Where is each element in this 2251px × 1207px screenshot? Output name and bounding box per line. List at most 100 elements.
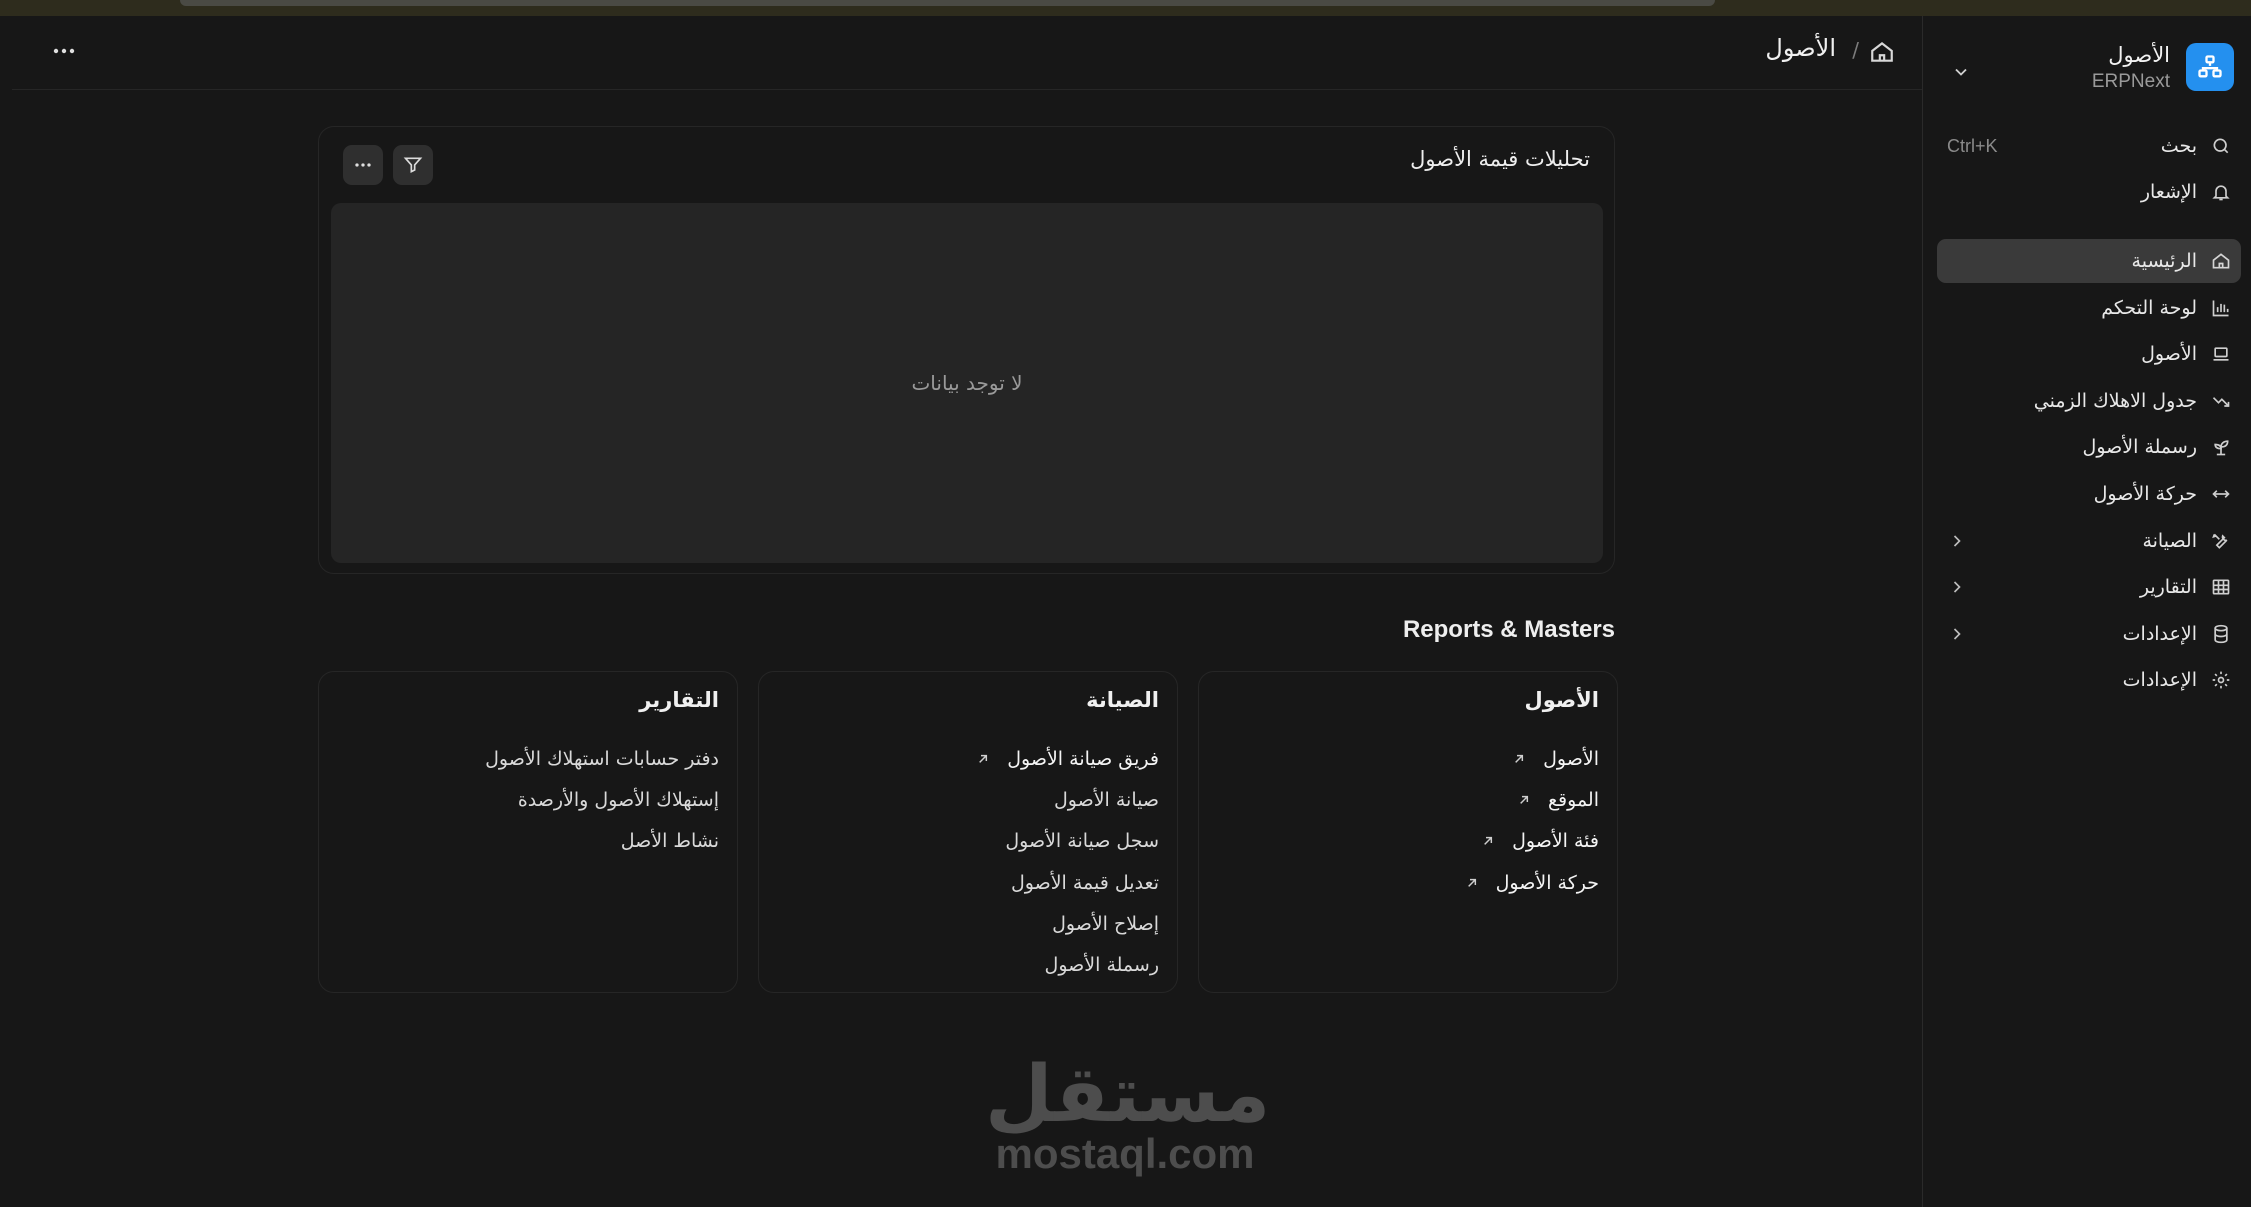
table-icon — [2209, 575, 2233, 599]
filter-button[interactable] — [393, 145, 433, 185]
arrow-up-right-icon — [1515, 754, 1524, 763]
sidebar-item-label: الأصول — [2141, 343, 2197, 365]
link-asset-capitalization[interactable]: رسملة الأصول — [779, 944, 1159, 985]
sidebar-item-label: التقارير — [2139, 576, 2197, 598]
sidebar-item-maintenance[interactable]: الصيانة — [1937, 519, 2241, 563]
app-switcher[interactable]: الأصول ERPNext — [1923, 36, 2251, 104]
link-asset-value-adjustment[interactable]: تعديل قيمة الأصول — [779, 862, 1159, 903]
more-options-button[interactable] — [44, 34, 84, 68]
home-icon[interactable] — [1869, 39, 1895, 65]
link-label: تعديل قيمة الأصول — [1010, 871, 1159, 894]
link-asset-maintenance[interactable]: صيانة الأصول — [779, 779, 1159, 820]
tools-icon — [2209, 529, 2233, 553]
notifications-button[interactable]: الإشعار — [1937, 170, 2241, 214]
sidebar-item-label: رسملة الأصول — [2082, 436, 2197, 458]
search-icon — [2209, 134, 2233, 158]
reports-masters-heading: Reports & Masters — [1402, 616, 1615, 643]
chevron-right-icon[interactable] — [1947, 531, 1967, 551]
arrow-up-right-icon — [1467, 878, 1476, 887]
link-label: فئة الأصول — [1512, 830, 1599, 853]
browser-tab-strip — [0, 0, 2251, 16]
link-label: إستهلاك الأصول والأرصدة — [517, 788, 719, 811]
search-label: بحث — [2160, 135, 2197, 157]
sidebar-item-asset-capitalization[interactable]: رسملة الأصول — [1937, 425, 2241, 469]
sidebar-item-label: الإعدادات — [2122, 623, 2197, 645]
asset-value-analytics-card: تحليلات قيمة الأصول لا توجد بيانات — [318, 126, 1615, 574]
link-list: دفتر حسابات استهلاك الأصول إستهلاك الأصو… — [339, 738, 719, 862]
link-label: نشاط الأصل — [620, 830, 719, 853]
link-asset-maintenance-log[interactable]: سجل صيانة الأصول — [779, 821, 1159, 862]
link-asset-depreciations-balances[interactable]: إستهلاك الأصول والأرصدة — [339, 779, 719, 820]
link-asset-maintenance-team[interactable]: فريق صيانة الأصول — [779, 738, 1159, 779]
card-title: التقارير — [639, 688, 719, 712]
app-root: الأصول ERPNext Ctrl+K بحث الإشعار الرئيس… — [0, 0, 2251, 1207]
watermark: مستقل mostaql.com — [985, 1050, 1271, 1185]
card-reports: التقارير دفتر حسابات استهلاك الأصول إسته… — [318, 671, 738, 993]
chart-title: تحليلات قيمة الأصول — [1410, 147, 1590, 171]
notifications-label: الإشعار — [2140, 181, 2197, 203]
sidebar-item-settings[interactable]: الإعدادات — [1937, 658, 2241, 702]
link-label: صيانة الأصول — [1053, 788, 1159, 811]
sidebar-item-label: جدول الاهلاك الزمني — [2033, 390, 2197, 412]
app-logo-icon — [2186, 43, 2234, 91]
bell-icon — [2209, 180, 2233, 204]
link-asset-repair[interactable]: إصلاح الأصول — [779, 903, 1159, 944]
link-list: فريق صيانة الأصول صيانة الأصول سجل صيانة… — [779, 738, 1159, 986]
trend-down-icon — [2209, 389, 2233, 413]
card-title: الصيانة — [1086, 688, 1159, 712]
chevron-right-icon[interactable] — [1947, 577, 1967, 597]
link-asset-depreciation-ledger[interactable]: دفتر حسابات استهلاك الأصول — [339, 738, 719, 779]
card-title: الأصول — [1524, 688, 1599, 712]
link-asset-movement[interactable]: حركة الأصول — [1219, 862, 1599, 903]
card-maintenance: الصيانة فريق صيانة الأصول صيانة الأصول س… — [758, 671, 1178, 993]
sidebar: الأصول ERPNext Ctrl+K بحث الإشعار الرئيس… — [1922, 16, 2251, 1207]
database-icon — [2209, 622, 2233, 646]
home-icon — [2209, 249, 2233, 273]
link-location[interactable]: الموقع — [1219, 779, 1599, 820]
card-assets: الأصول الأصول الموقع فئة الأصول حركة الأ… — [1198, 671, 1618, 993]
breadcrumb-separator: / — [1852, 38, 1859, 62]
sidebar-item-label: الإعدادات — [2122, 669, 2197, 691]
empty-state-message: لا توجد بيانات — [911, 371, 1023, 395]
sidebar-item-assets[interactable]: الأصول — [1937, 332, 2241, 376]
link-label: سجل صيانة الأصول — [1005, 830, 1159, 853]
sidebar-item-label: حركة الأصول — [2093, 483, 2197, 505]
sidebar-item-depreciation-schedule[interactable]: جدول الاهلاك الزمني — [1937, 379, 2241, 423]
sidebar-item-setup[interactable]: الإعدادات — [1937, 612, 2241, 656]
chart-area: لا توجد بيانات — [331, 203, 1603, 563]
link-asset-category[interactable]: فئة الأصول — [1219, 821, 1599, 862]
app-subtitle: ERPNext — [2091, 71, 2170, 92]
link-assets[interactable]: الأصول — [1219, 738, 1599, 779]
breadcrumb: / الأصول — [12, 16, 1922, 90]
filter-icon — [403, 157, 423, 174]
link-label: الأصول — [1543, 747, 1599, 770]
sidebar-item-reports[interactable]: التقارير — [1937, 565, 2241, 609]
ellipsis-icon — [53, 48, 75, 54]
link-label: إصلاح الأصول — [1052, 912, 1159, 935]
link-asset-activity[interactable]: نشاط الأصل — [339, 821, 719, 862]
app-title: الأصول — [2108, 43, 2170, 67]
ellipsis-icon — [355, 163, 371, 167]
arrow-up-right-icon — [1520, 795, 1529, 804]
browser-tab[interactable] — [180, 0, 1715, 6]
chevron-right-icon[interactable] — [1947, 624, 1967, 644]
search-button[interactable]: Ctrl+K بحث — [1937, 124, 2241, 168]
search-shortcut: Ctrl+K — [1947, 135, 1998, 156]
arrow-up-right-icon — [979, 754, 988, 763]
sidebar-item-label: الرئيسية — [2131, 250, 2197, 272]
bar-chart-icon — [2209, 296, 2233, 320]
sidebar-item-home[interactable]: الرئيسية — [1937, 239, 2241, 283]
sidebar-item-dashboard[interactable]: لوحة التحكم — [1937, 286, 2241, 330]
link-label: الموقع — [1547, 788, 1599, 811]
sidebar-item-asset-movement[interactable]: حركة الأصول — [1937, 472, 2241, 516]
chevron-down-icon[interactable] — [1951, 62, 1971, 82]
sidebar-item-label: الصيانة — [2142, 530, 2197, 552]
sprout-icon — [2209, 435, 2233, 459]
link-label: فريق صيانة الأصول — [1007, 747, 1159, 770]
watermark-arabic: مستقل — [985, 1050, 1271, 1140]
link-label: حركة الأصول — [1495, 871, 1599, 894]
arrow-up-right-icon — [1484, 837, 1493, 846]
watermark-latin: mostaql.com — [995, 1130, 1255, 1177]
page-title[interactable]: الأصول — [1765, 34, 1836, 62]
chart-options-button[interactable] — [343, 145, 383, 185]
